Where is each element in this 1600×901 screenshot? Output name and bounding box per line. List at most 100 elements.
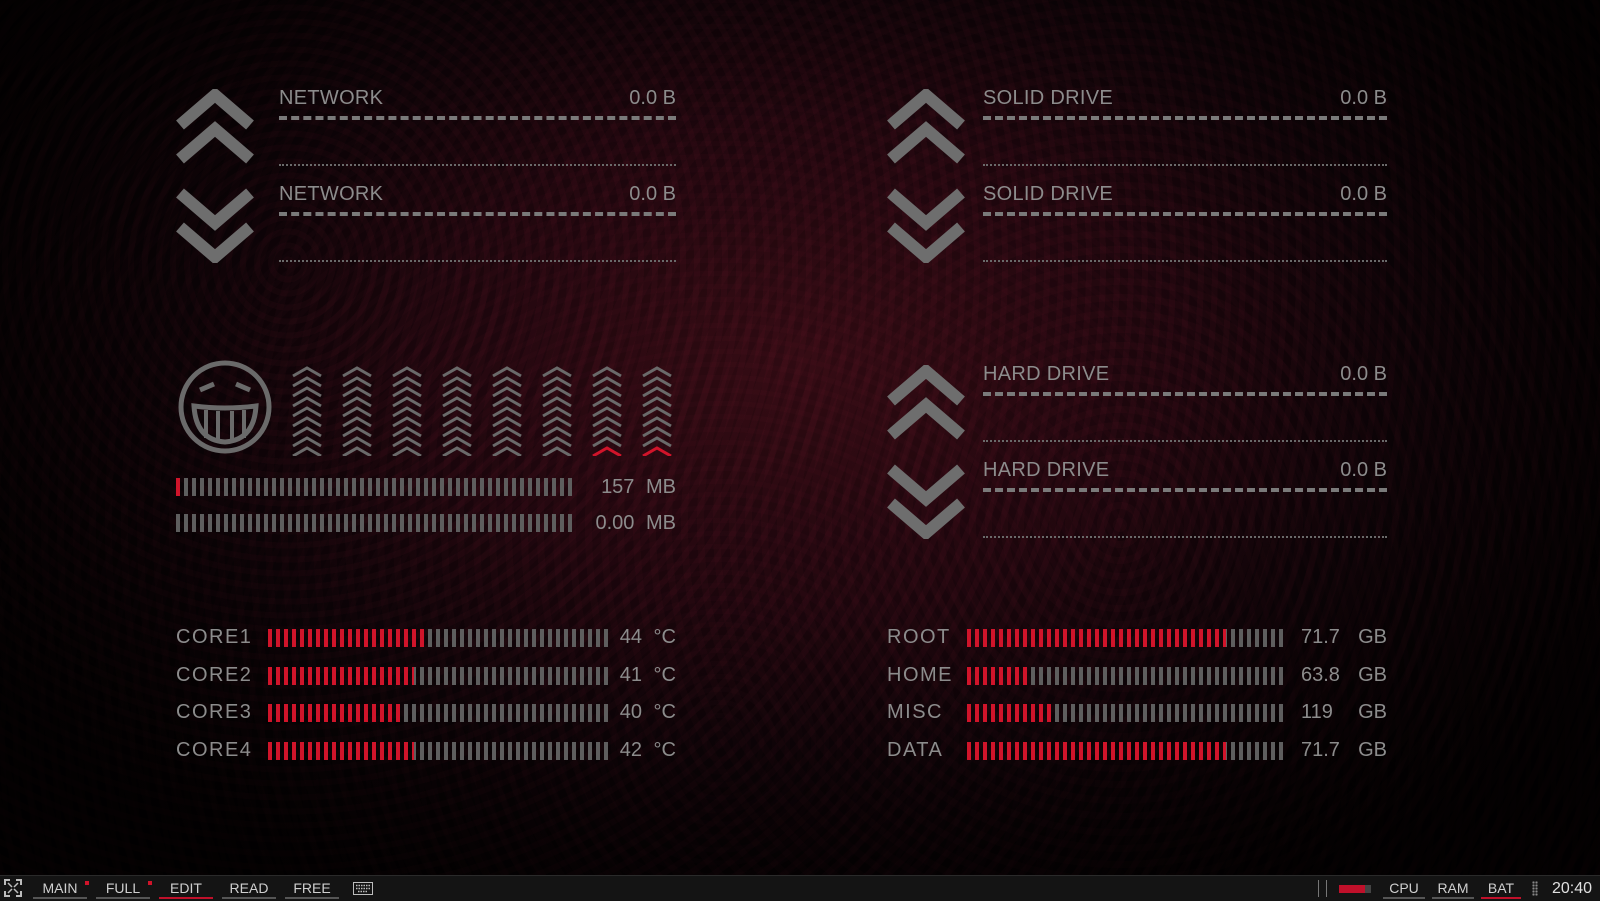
core-1-temp-value: 44 °C [619,626,676,648]
cpu-thread-8-chevron [642,386,672,398]
keyboard-icon[interactable] [353,882,373,898]
disk-usage-widget: ROOT 71.7 GB HOME 63.8 GB MISC 119 GB DATA 71.7 GB [887,626,1387,766]
cpu-thread-3-chevron [392,386,422,398]
tab-full-underline [96,897,150,899]
disk-root-usage-bar [967,629,1287,647]
cpu-thread-5-chevron [492,376,522,388]
cpu-thread-2-chevron [342,446,372,456]
monitor-ram-label: RAM [1437,880,1469,896]
cpu-thread-graphs [290,360,680,456]
cpu-thread-4-chevron [442,446,472,456]
separator-icon [1318,880,1327,897]
core-3-temp-bar [268,704,608,722]
cpu-thread-7-chevron [592,426,622,438]
disk-home-usage-bar [967,666,1287,685]
hdd-read-arrow-icon [887,365,965,443]
disk-root-unit: GB [1358,626,1387,648]
disk-root-usage-fill [967,629,1227,647]
hdd-read-baseline [983,440,1387,442]
grip-icon [1532,881,1538,896]
tab-free-underline [285,897,339,899]
disk-data-label: DATA [887,738,944,761]
ram-value: 157 MB [601,476,676,499]
core-2-temp-bar [268,666,608,685]
cpu-thread-8-chevron [642,366,672,378]
monitor-cpu[interactable]: CPU [1383,878,1425,899]
cpu-thread-4-graph [442,366,472,456]
network-up-graph [279,116,676,120]
tab-read-underline [222,897,276,899]
cpu-thread-5-chevron [492,386,522,398]
hdd-read-label: HARD DRIVE [983,363,1110,385]
ssd-read-graph [983,116,1387,120]
core-3-temp-fill [268,704,404,722]
cpu-thread-5-chevron [492,366,522,378]
network-down-baseline [279,260,676,262]
cpu-thread-5-graph [492,366,522,456]
hdd-write-label: HARD DRIVE [983,459,1110,481]
fullscreen-icon[interactable] [4,879,22,897]
tab-main-underline [33,897,87,899]
cpu-thread-2-chevron [342,386,372,398]
disk-root-value: 71.7 [1301,626,1340,648]
network-up-baseline [279,164,676,166]
monitor-ram-underline [1432,897,1474,899]
ssd-read-label: SOLID DRIVE [983,87,1113,109]
cpu-thread-3-chevron [392,366,422,378]
ssd-write-arrow-icon [887,185,965,263]
cpu-thread-6-chevron [542,436,572,448]
cpu-memory-widget: 157 MB 0.00 MB [176,358,676,548]
cpu-thread-2-chevron [342,366,372,378]
tab-full[interactable]: FULL [96,878,152,899]
cpu-thread-8-chevron [642,406,672,418]
cpu-thread-2-chevron [342,436,372,448]
taskbar: MAIN FULL EDIT READ FREE CPU RAM BAT 20:… [0,875,1600,901]
monitor-bat-label: BAT [1487,880,1515,896]
cpu-thread-1-chevron [292,396,322,408]
cpu-thread-1-chevron [292,436,322,448]
disk-data-value: 71.7 [1301,738,1340,761]
disk-misc-unit: GB [1358,701,1387,723]
tab-edit-label: EDIT [170,880,202,896]
cpu-thread-8-chevron [642,426,672,438]
tab-edit[interactable]: EDIT [159,878,213,899]
hdd-write-arrow-icon [887,461,965,539]
cpu-thread-6-chevron [542,396,572,408]
core-4-temp-bar [268,741,608,760]
cpu-thread-7-chevron [592,386,622,398]
cpu-thread-7-chevron [592,436,622,448]
ssd-write-value: 0.0 B [1340,183,1387,205]
disk-home-label: HOME [887,663,953,686]
cpu-thread-1-chevron [292,386,322,398]
tab-free[interactable]: FREE [285,878,339,899]
ssd-write-baseline [983,260,1387,262]
cpu-thread-4-chevron [442,416,472,428]
cpu-thread-6-chevron [542,416,572,428]
cpu-thread-7-chevron [592,376,622,388]
cpu-thread-8-chevron [642,396,672,408]
cpu-thread-5-chevron [492,406,522,418]
tab-free-label: FREE [293,880,331,896]
network-widget: NETWORK 0.0 B NETWORK 0.0 B [176,85,676,270]
disk-misc-usage-bar [967,704,1287,722]
cpu-thread-3-chevron [392,396,422,408]
cpu-thread-3-chevron [392,426,422,438]
cpu-thread-6-chevron [542,446,572,456]
tab-main[interactable]: MAIN [33,878,89,899]
cpu-thread-1-chevron [292,426,322,438]
ssd-read-arrow-icon [887,89,965,167]
core-4-temp-fill [268,741,415,760]
ssd-read-value: 0.0 B [1340,87,1387,109]
swap-amount: 0.00 [595,512,635,534]
monitor-ram[interactable]: RAM [1432,878,1474,899]
cpu-thread-5-chevron [492,446,522,456]
tab-read[interactable]: READ [222,878,276,899]
monitor-cpu-label: CPU [1389,880,1419,896]
tab-read-label: READ [229,880,269,896]
monitor-bat-underline [1481,897,1521,899]
cpu-thread-6-chevron [542,366,572,378]
disk-home-value: 63.8 [1301,663,1340,686]
network-up-value: 0.0 B [629,87,676,109]
monitor-bat[interactable]: BAT [1481,878,1521,899]
network-down-label: NETWORK [279,183,384,205]
